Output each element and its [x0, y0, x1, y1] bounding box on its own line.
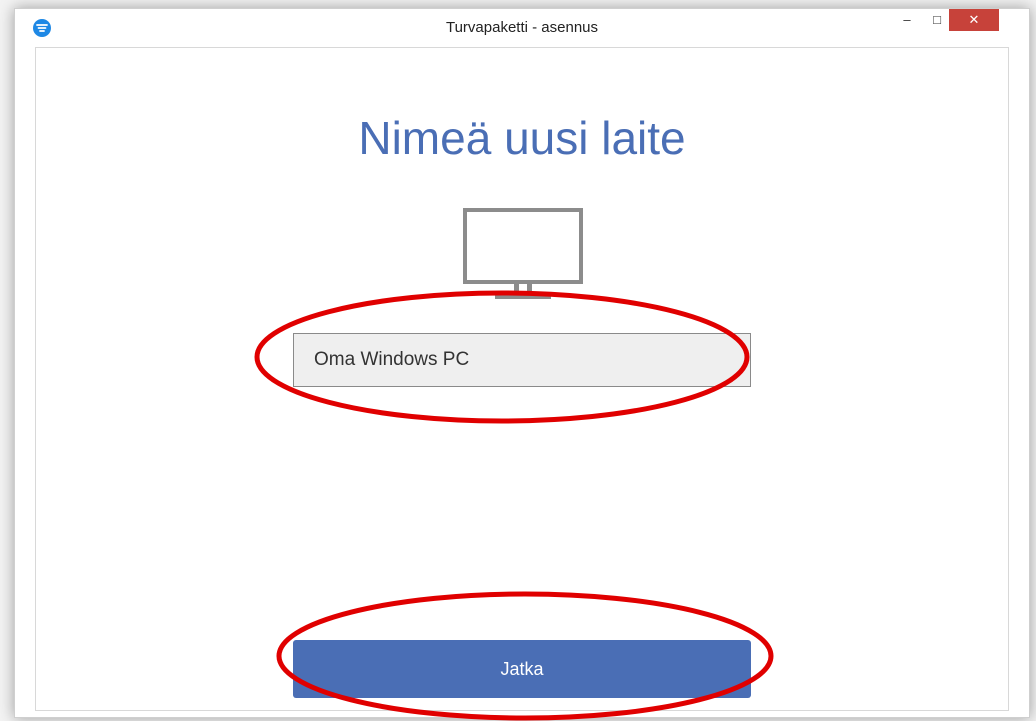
- device-name-input[interactable]: [293, 333, 751, 387]
- window-title: Turvapaketti - asennus: [445, 19, 599, 36]
- close-button[interactable]: ✕: [949, 9, 999, 31]
- page-title: Nimeä uusi laite: [358, 112, 686, 164]
- maximize-button[interactable]: □: [923, 9, 951, 31]
- installer-window: Turvapaketti - asennus – □ ✕ Nimeä uusi …: [14, 8, 1030, 718]
- minimize-button[interactable]: –: [893, 9, 921, 31]
- title-bar[interactable]: Turvapaketti - asennus – □ ✕: [15, 9, 1029, 47]
- monitor-icon: [463, 208, 583, 299]
- continue-button[interactable]: Jatka: [293, 640, 751, 698]
